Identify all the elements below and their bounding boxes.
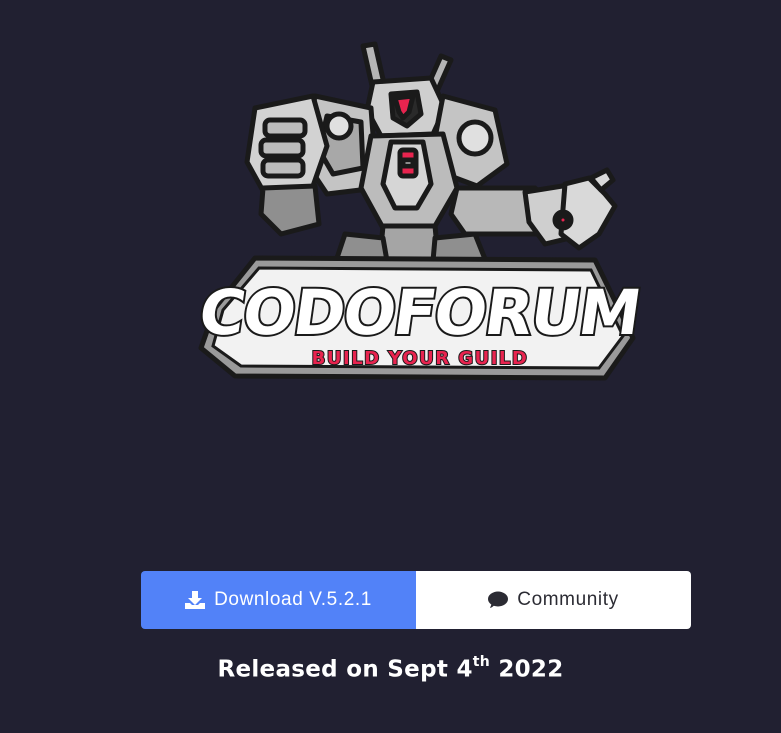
download-button[interactable]: Download V.5.2.1 [141, 571, 416, 629]
tagline-text: BUILD YOUR GUILD [312, 348, 529, 369]
release-date: Released on Sept 4th 2022 [0, 654, 781, 683]
page: CODOFORUM BUILD YOUR GUILD Download V.5.… [0, 0, 781, 733]
community-label: Community [517, 589, 619, 610]
download-icon [185, 591, 206, 609]
release-prefix: Released on Sept 4 [217, 656, 473, 683]
wordmark-text: CODOFORUM [195, 276, 644, 349]
chat-bubble-icon [488, 591, 509, 609]
action-buttons: Download V.5.2.1 Community [141, 571, 691, 629]
release-year: 2022 [490, 656, 564, 683]
download-label: Download V.5.2.1 [214, 589, 372, 610]
robot-mascot-logo: CODOFORUM BUILD YOUR GUILD [195, 41, 645, 381]
release-ordinal-suffix: th [472, 654, 491, 670]
community-button[interactable]: Community [416, 571, 691, 629]
codoforum-logo: CODOFORUM BUILD YOUR GUILD [195, 38, 645, 388]
robot-mascot [244, 41, 618, 291]
